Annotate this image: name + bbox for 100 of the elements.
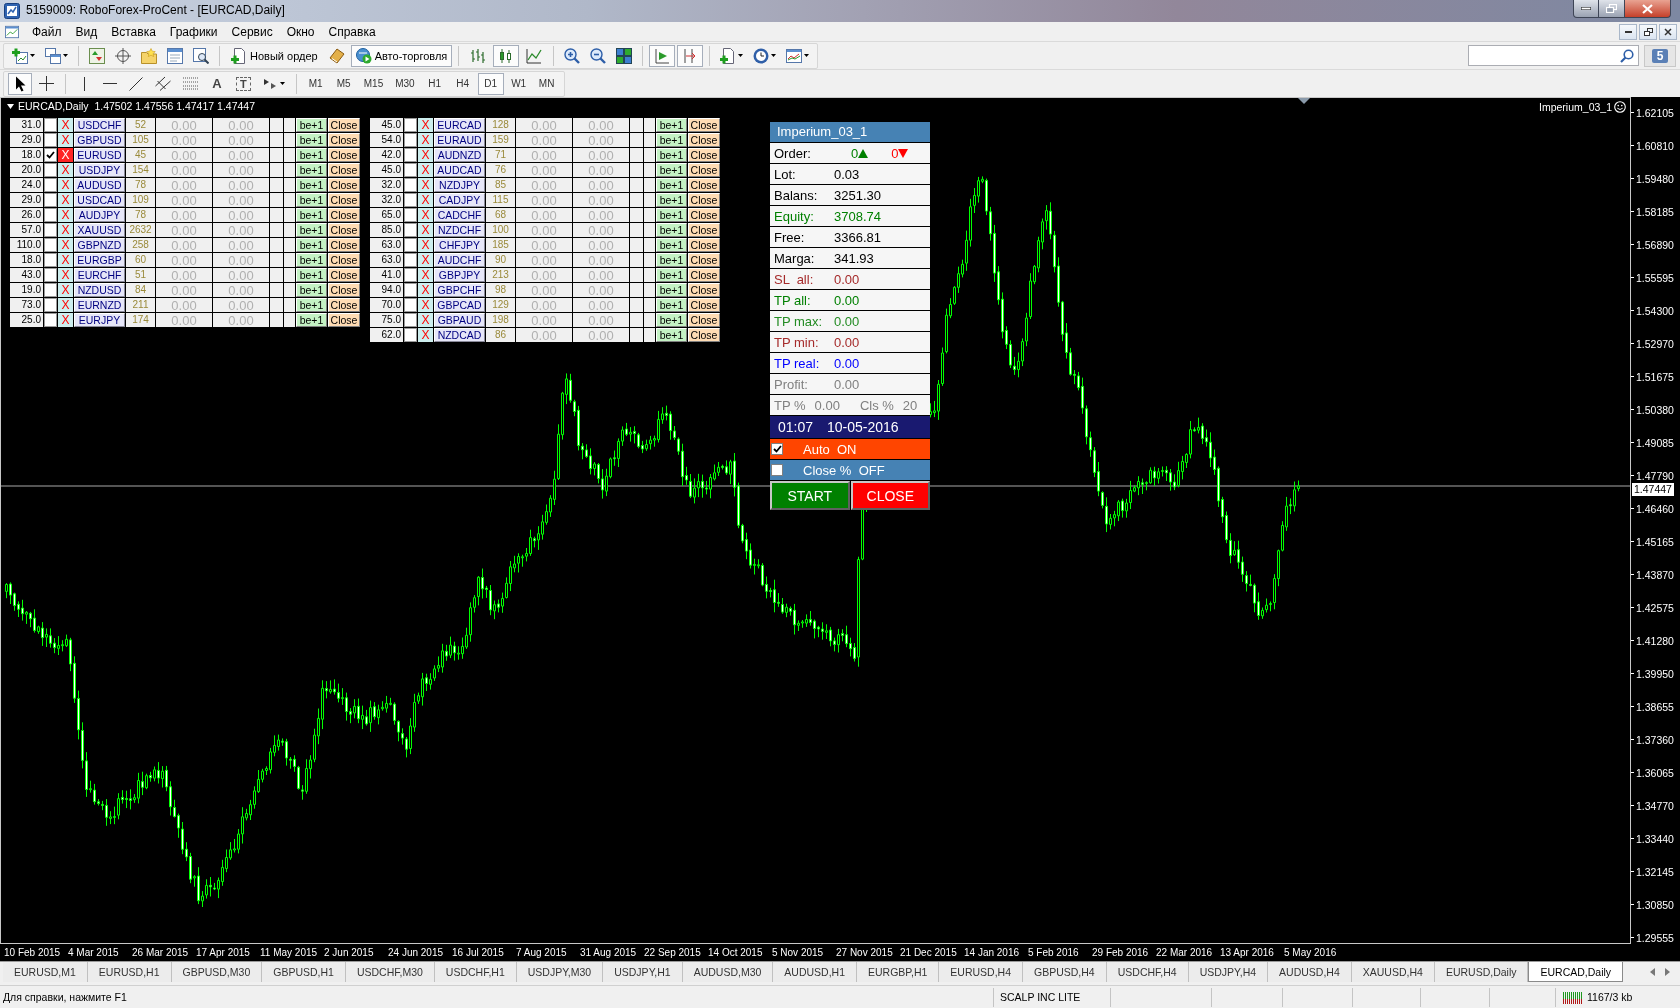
chart-tab[interactable]: GBPUSD,H4 <box>1023 962 1107 982</box>
search-icon[interactable] <box>1620 48 1634 63</box>
chart-tab[interactable]: EURCAD,Daily <box>1528 962 1624 982</box>
be-plus-one-button[interactable]: be+1 <box>656 328 687 342</box>
close-position-button[interactable]: Close <box>328 223 360 237</box>
be-plus-one-button[interactable]: be+1 <box>296 193 327 207</box>
chart-tab[interactable]: GBPUSD,H1 <box>262 962 346 982</box>
menu-item[interactable]: Сервис <box>224 22 280 41</box>
symbol-button[interactable]: NZDUSD <box>74 283 125 297</box>
caret-icon[interactable] <box>63 54 68 57</box>
chart-tab[interactable]: EURUSD,H4 <box>939 962 1024 982</box>
restore-button[interactable] <box>1639 23 1657 40</box>
chart-tab[interactable]: USDJPY,H4 <box>1188 962 1269 982</box>
new-order-button[interactable]: Новый ордер <box>226 44 323 67</box>
action-button[interactable]: START <box>770 481 850 510</box>
windows-icon[interactable] <box>45 47 61 64</box>
be-plus-one-button[interactable]: be+1 <box>296 268 327 282</box>
chart-window-icon[interactable] <box>5 24 19 39</box>
checkbox[interactable] <box>404 193 417 207</box>
symbol-button[interactable]: GBPCHF <box>434 283 485 297</box>
symbol-button[interactable]: EURNZD <box>74 298 125 312</box>
timeframe-button[interactable]: H4 <box>449 72 476 95</box>
symbol-button[interactable]: EURCHF <box>74 268 125 282</box>
be-plus-one-button[interactable]: be+1 <box>656 238 687 252</box>
menu-item[interactable]: Графики <box>162 22 225 41</box>
be-plus-one-button[interactable]: be+1 <box>656 223 687 237</box>
chart-tab[interactable]: EURUSD,Daily <box>1434 962 1529 982</box>
close-position-button[interactable]: Close <box>688 268 720 282</box>
chart-tab[interactable]: USDCHF,M30 <box>345 962 435 982</box>
checkbox[interactable] <box>44 298 57 312</box>
symbol-button[interactable]: XAUUSD <box>74 223 125 237</box>
symbol-button[interactable]: AUDJPY <box>74 208 125 222</box>
close-position-button[interactable]: Close <box>328 178 360 192</box>
close-position-button[interactable]: Close <box>688 193 720 207</box>
checkbox[interactable] <box>404 328 417 342</box>
chart-shift-button[interactable] <box>677 44 704 67</box>
zoom-in-icon[interactable] <box>564 47 581 64</box>
be-plus-one-button[interactable]: be+1 <box>656 133 687 147</box>
symbol-button[interactable]: GBPAUD <box>434 313 485 327</box>
checkbox[interactable] <box>44 208 57 222</box>
be-plus-one-button[interactable]: be+1 <box>656 193 687 207</box>
be-plus-one-button[interactable]: be+1 <box>296 178 327 192</box>
chart-tab[interactable]: XAUUSD,H4 <box>1351 962 1435 982</box>
close-position-button[interactable]: Close <box>688 298 720 312</box>
checkbox[interactable] <box>404 118 417 132</box>
tool-button[interactable]: T <box>231 72 256 95</box>
symbol-button[interactable]: USDCAD <box>74 193 125 207</box>
close-position-button[interactable]: Close <box>328 148 360 162</box>
close-position-button[interactable]: Close <box>328 253 360 267</box>
chart-tab[interactable]: GBPUSD,M30 <box>171 962 263 982</box>
checkbox[interactable] <box>404 223 417 237</box>
caret-icon[interactable] <box>738 54 744 57</box>
close-position-button[interactable]: Close <box>328 313 360 327</box>
auto-scroll-button[interactable] <box>649 44 676 67</box>
minimize-button[interactable] <box>1619 23 1637 40</box>
be-plus-one-button[interactable]: be+1 <box>296 148 327 162</box>
be-plus-one-button[interactable]: be+1 <box>296 223 327 237</box>
checkbox[interactable] <box>404 133 417 147</box>
be-plus-one-button[interactable]: be+1 <box>296 253 327 267</box>
checkbox[interactable] <box>404 268 417 282</box>
symbol-button[interactable]: CHFJPY <box>434 238 485 252</box>
symbol-button[interactable]: AUDCAD <box>434 163 485 177</box>
close-position-button[interactable]: Close <box>688 253 720 267</box>
close-position-button[interactable]: Close <box>688 133 720 147</box>
chart-tab[interactable]: EURUSD,H1 <box>87 962 172 982</box>
checkbox[interactable] <box>404 208 417 222</box>
close-position-button[interactable]: Close <box>688 208 720 222</box>
be-plus-one-button[interactable]: be+1 <box>296 118 327 132</box>
checkbox[interactable] <box>44 118 57 132</box>
be-plus-one-button[interactable]: be+1 <box>656 253 687 267</box>
timeframe-button[interactable]: M1 <box>302 72 329 95</box>
timeframe-button[interactable]: M15 <box>358 72 389 95</box>
checkbox[interactable] <box>44 238 57 252</box>
chart-tab[interactable]: EURGBP,H1 <box>857 962 940 982</box>
symbol-button[interactable]: CADCHF <box>434 208 485 222</box>
tool-button[interactable] <box>8 72 32 95</box>
caret-icon[interactable] <box>771 54 777 57</box>
menu-item[interactable]: Окно <box>279 22 322 41</box>
menu-item[interactable]: Вставка <box>104 22 163 41</box>
close-position-button[interactable]: Close <box>328 208 360 222</box>
magnifier-window-icon[interactable] <box>193 47 209 64</box>
checkbox[interactable] <box>44 223 57 237</box>
symbol-button[interactable]: USDCHF <box>74 118 125 132</box>
close-position-button[interactable]: Close <box>688 223 720 237</box>
close-position-button[interactable]: Close <box>688 238 720 252</box>
close-position-button[interactable]: Close <box>328 238 360 252</box>
down-triangle-icon[interactable] <box>7 103 14 109</box>
timeframe-button[interactable]: MN <box>533 72 560 95</box>
close-button[interactable] <box>1659 23 1677 40</box>
checkbox[interactable] <box>44 283 57 297</box>
menu-item[interactable]: Файл <box>25 22 69 41</box>
chart-tab[interactable]: AUDUSD,H1 <box>773 962 857 982</box>
checkbox[interactable] <box>404 178 417 192</box>
checkbox[interactable] <box>44 193 57 207</box>
be-plus-one-button[interactable]: be+1 <box>656 298 687 312</box>
chart-tab[interactable]: EURUSD,M1 <box>3 962 88 982</box>
star-folder-icon[interactable] <box>141 47 157 64</box>
chart-type-button[interactable] <box>493 44 520 67</box>
close-position-button[interactable]: Close <box>688 313 720 327</box>
close-position-button[interactable]: Close <box>328 133 360 147</box>
